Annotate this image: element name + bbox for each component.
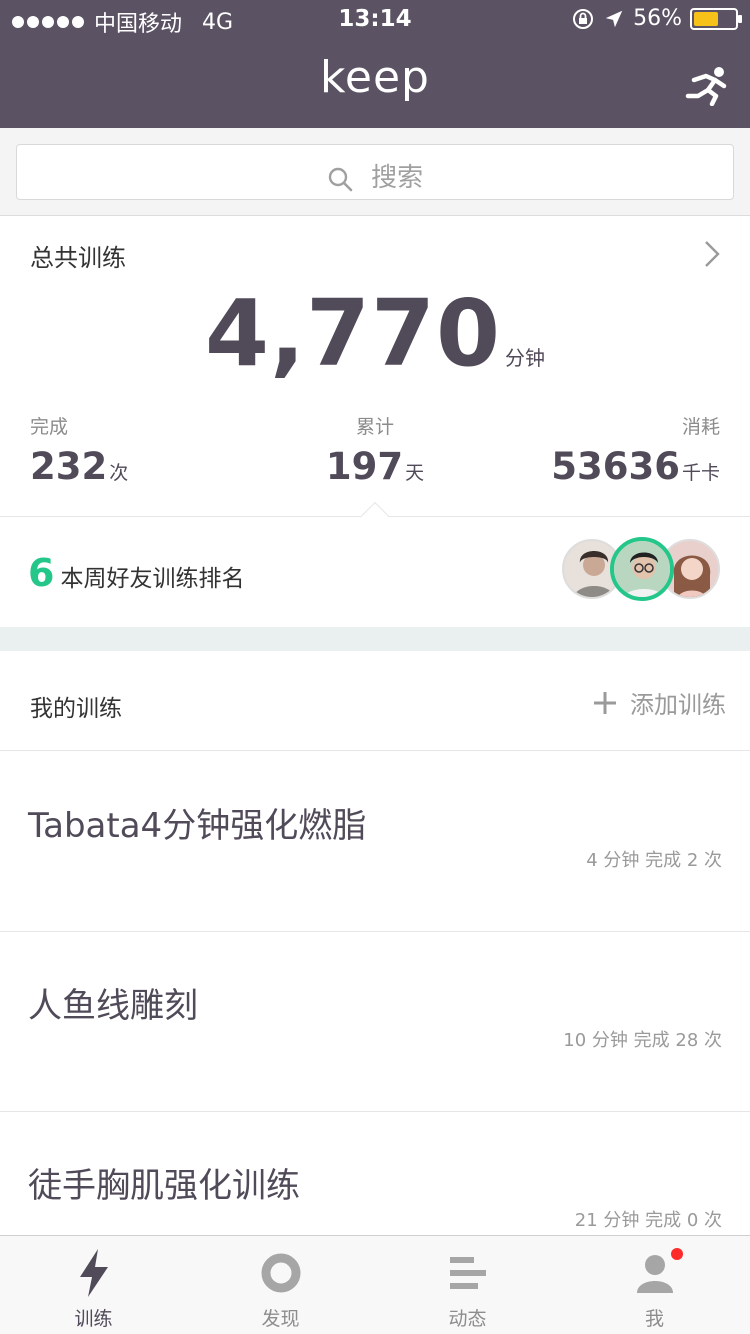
- notification-dot: [671, 1248, 683, 1260]
- stat-value: 197: [325, 445, 404, 488]
- workout-item[interactable]: 人鱼线雕刻 10 分钟 完成 28 次: [0, 932, 750, 1112]
- status-right: 56%: [571, 6, 742, 31]
- total-minutes-unit: 分钟: [505, 346, 545, 370]
- feed-lines-icon: [449, 1257, 486, 1289]
- training-summary[interactable]: 总共训练 4,770 分钟 完成 232 次 累计 197 天 消耗 53636 千卡: [0, 216, 750, 516]
- rank-number: 6: [28, 551, 55, 595]
- add-training-label: 添加训练: [630, 691, 726, 719]
- status-bar: 中国移动 4G 13:14 56%: [0, 0, 750, 40]
- rank-label: 本周好友训练排名: [60, 566, 245, 592]
- rotation-lock-icon: [573, 8, 594, 29]
- workout-item[interactable]: Tabata4分钟强化燃脂 4 分钟 完成 2 次: [0, 752, 750, 932]
- search-input[interactable]: 搜索: [16, 144, 734, 200]
- workout-name: 人鱼线雕刻: [28, 986, 198, 1026]
- workout-meta: 10 分钟 完成 28 次: [563, 1030, 722, 1051]
- stat-label: 消耗: [681, 416, 720, 438]
- ring-icon: [261, 1253, 300, 1293]
- search-bar-area: 搜索: [0, 128, 750, 216]
- run-icon[interactable]: [684, 66, 730, 106]
- bottom-tab-bar: 训练 发现 动态 我: [0, 1235, 750, 1334]
- workout-name: 徒手胸肌强化训练: [28, 1166, 300, 1206]
- stat-unit: 千卡: [681, 462, 720, 484]
- tab-label: 发现: [261, 1308, 300, 1330]
- tab-label: 我: [644, 1308, 664, 1330]
- section-separator: [0, 627, 750, 651]
- tab-me[interactable]: 我: [561, 1246, 748, 1331]
- search-placeholder: 搜索: [371, 163, 424, 193]
- header: 中国移动 4G 13:14 56% keep: [0, 0, 750, 128]
- tab-training[interactable]: 训练: [0, 1246, 187, 1331]
- avatar: [610, 537, 674, 601]
- add-training-button[interactable]: 添加训练: [592, 685, 726, 720]
- location-arrow-icon: [605, 10, 623, 27]
- plus-icon: [594, 691, 616, 714]
- ranking-text: 6 本周好友训练排名: [28, 551, 244, 595]
- workout-item[interactable]: 徒手胸肌强化训练 21 分钟 完成 0 次: [0, 1112, 750, 1235]
- lightning-icon: [79, 1249, 108, 1297]
- person-icon: [636, 1255, 673, 1293]
- summary-title: 总共训练: [30, 244, 126, 272]
- workout-name: Tabata4分钟强化燃脂: [28, 806, 367, 846]
- search-icon: [328, 167, 353, 191]
- total-minutes: 4,770 分钟: [0, 280, 750, 387]
- workout-meta: 4 分钟 完成 2 次: [586, 850, 722, 871]
- tab-feed[interactable]: 动态: [374, 1246, 561, 1331]
- tab-label: 训练: [74, 1308, 113, 1330]
- stat-value: 53636: [551, 445, 680, 488]
- tab-discover[interactable]: 发现: [187, 1246, 374, 1331]
- search-placeholder-row: 搜索: [17, 157, 733, 194]
- workout-meta: 21 分钟 完成 0 次: [574, 1210, 722, 1231]
- chevron-right-icon[interactable]: [704, 240, 720, 268]
- friends-ranking-row[interactable]: 6 本周好友训练排名: [0, 517, 750, 627]
- app-logo-title: keep: [320, 52, 430, 103]
- tab-label: 动态: [448, 1308, 487, 1330]
- friend-avatars: [562, 537, 722, 603]
- my-training-title: 我的训练: [30, 696, 122, 722]
- total-minutes-value: 4,770: [204, 280, 501, 387]
- stat-unit: 天: [405, 462, 425, 484]
- battery-percent: 56%: [633, 6, 682, 31]
- my-training-header: 我的训练 添加训练: [0, 651, 750, 751]
- battery-icon: [690, 7, 742, 30]
- stat-calories: 消耗 53636 千卡: [551, 412, 720, 488]
